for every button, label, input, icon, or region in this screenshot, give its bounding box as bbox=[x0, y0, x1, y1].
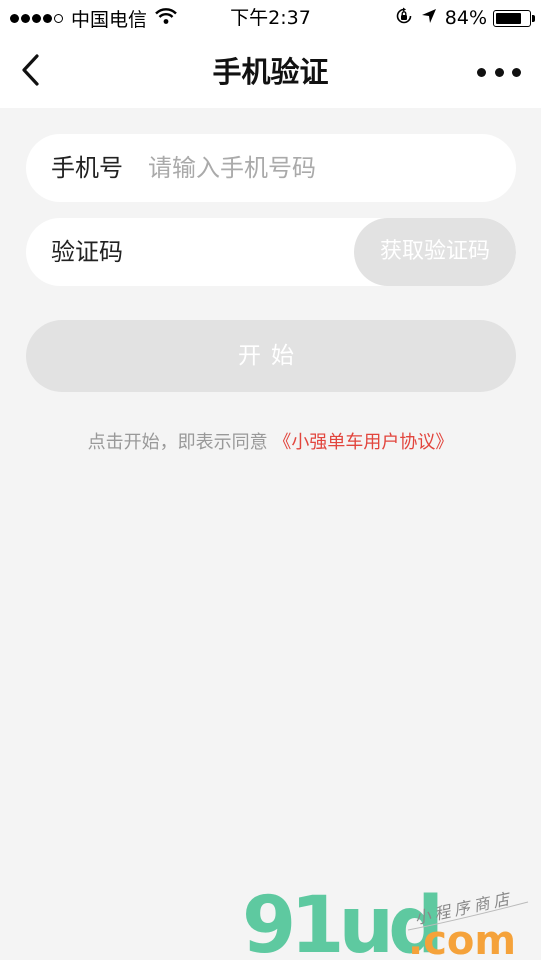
phone-label: 手机号 bbox=[51, 154, 123, 182]
agreement-link[interactable]: 《小强单车用户协议》 bbox=[273, 432, 453, 453]
watermark-logo: 91ud .com 小程序商店 bbox=[238, 880, 538, 960]
page-title: 手机验证 bbox=[212, 55, 329, 89]
phone-input[interactable] bbox=[148, 134, 478, 202]
start-button[interactable]: 开始 bbox=[26, 320, 516, 392]
nav-bar: 手机验证 bbox=[0, 36, 541, 108]
battery-percent: 84% bbox=[444, 7, 487, 29]
status-bar: 中国电信 下午2:37 84% bbox=[0, 0, 541, 36]
back-button[interactable] bbox=[10, 50, 50, 94]
chevron-left-icon bbox=[20, 54, 40, 90]
phone-verification-page: 中国电信 下午2:37 84% 手机验证 手机号 请输入手机号码 验证码 获取验… bbox=[0, 0, 541, 960]
code-label: 验证码 bbox=[51, 238, 123, 266]
location-arrow-icon bbox=[421, 7, 437, 29]
code-field: 验证码 获取验证码 bbox=[26, 218, 516, 286]
orientation-lock-icon bbox=[395, 7, 413, 30]
agreement-text: 点击开始，即表示同意 《小强单车用户协议》 bbox=[0, 428, 541, 454]
battery-icon bbox=[493, 9, 535, 27]
agreement-prefix: 点击开始，即表示同意 bbox=[87, 432, 268, 453]
battery-fill bbox=[496, 12, 522, 24]
get-code-button[interactable]: 获取验证码 bbox=[354, 218, 516, 286]
more-button[interactable] bbox=[477, 58, 521, 86]
more-dots-icon bbox=[477, 67, 486, 77]
status-right: 84% bbox=[395, 6, 535, 30]
code-input[interactable] bbox=[148, 218, 368, 286]
phone-field: 手机号 bbox=[26, 134, 516, 202]
